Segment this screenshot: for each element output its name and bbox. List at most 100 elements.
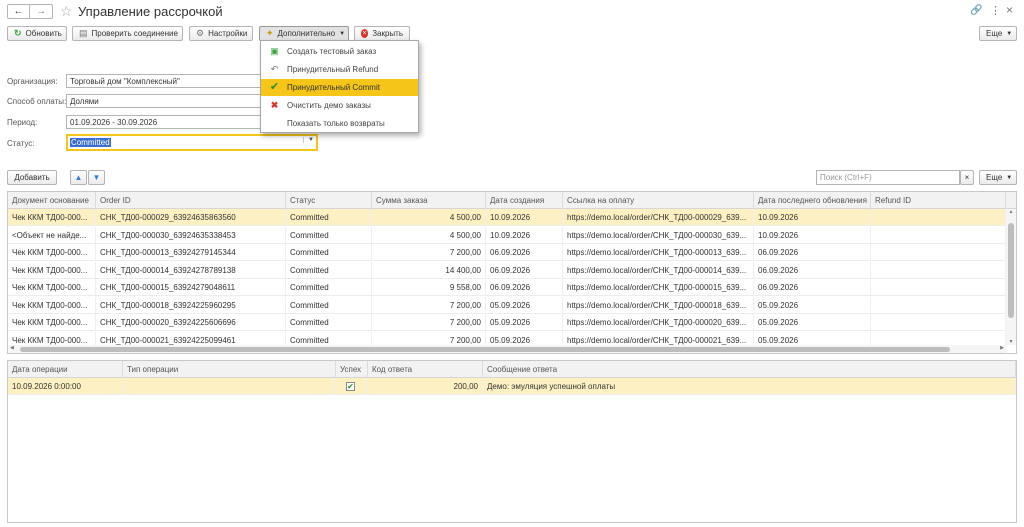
- scroll-left-icon[interactable]: ◀: [10, 345, 14, 351]
- column-header[interactable]: Тип операции: [123, 361, 336, 378]
- table-cell: Чек ККМ ТД00-000...: [8, 314, 96, 331]
- menu-item-create-test-order[interactable]: ▣ Создать тестовый заказ: [261, 43, 418, 60]
- vertical-scrollbar[interactable]: ▲ ▼: [1006, 209, 1016, 345]
- column-header[interactable]: Статус: [286, 192, 372, 209]
- status-field[interactable]: Committed ▼: [66, 134, 318, 151]
- table-cell: 4 500,00: [372, 226, 486, 244]
- column-header[interactable]: Сообщение ответа: [483, 361, 1016, 378]
- table-row[interactable]: Чек ККМ ТД00-000... СНК_ТД00-000029_63924…: [8, 209, 1006, 226]
- table-cell: [871, 209, 1006, 226]
- column-header[interactable]: Сумма заказа: [372, 192, 486, 209]
- payment-method-field[interactable]: Долями: [66, 94, 262, 108]
- table-cell: 06.09.2026: [486, 261, 563, 279]
- table-row[interactable]: <Объект не найде... СНК_ТД00-000030_63924…: [8, 226, 1006, 244]
- table-cell: Committed: [286, 209, 372, 226]
- success-checkbox[interactable]: ✔: [336, 378, 368, 395]
- scroll-down-icon[interactable]: ▼: [1006, 339, 1016, 345]
- gear-icon: ⚙: [196, 28, 205, 38]
- table-cell: 06.09.2026: [754, 261, 871, 279]
- payment-method-label: Способ оплаты:: [7, 97, 67, 106]
- table-cell: [871, 296, 1006, 314]
- table-row[interactable]: Чек ККМ ТД00-000... СНК_ТД00-000014_63924…: [8, 261, 1006, 279]
- column-header[interactable]: Refund ID: [871, 192, 1006, 209]
- table-cell: 7 200,00: [372, 296, 486, 314]
- table-cell: <Объект не найде...: [8, 226, 96, 244]
- menu-item-force-refund[interactable]: ↶ Принудительный Refund: [261, 61, 418, 78]
- column-header[interactable]: Дата операции: [8, 361, 123, 378]
- checkmark-icon: ✔: [346, 382, 355, 391]
- move-down-button[interactable]: ▼: [88, 170, 105, 185]
- more-dots-icon[interactable]: ⋮: [990, 4, 1001, 17]
- add-button[interactable]: Добавить: [7, 170, 57, 185]
- chevron-down-icon[interactable]: ▼: [303, 137, 314, 143]
- column-header[interactable]: Ссылка на оплату: [563, 192, 754, 209]
- favorite-star-icon[interactable]: ☆: [60, 3, 73, 20]
- menu-item-clear-demo-orders[interactable]: ✖ Очистить демо заказы: [261, 97, 418, 114]
- table-row[interactable]: 10.09.2026 0:00:00 ✔ 200,00 Демо: эмуляция …: [8, 378, 1016, 395]
- table-row[interactable]: Чек ККМ ТД00-000... СНК_ТД00-000015_63924…: [8, 279, 1006, 296]
- clear-search-button[interactable]: ×: [960, 170, 974, 185]
- menu-item-force-commit[interactable]: ✔ Принудительный Commit: [261, 79, 418, 96]
- table-cell: Committed: [286, 314, 372, 331]
- table-cell: Committed: [286, 296, 372, 314]
- table-cell: 9 558,00: [372, 279, 486, 296]
- hscrollbar-thumb[interactable]: [20, 347, 950, 352]
- table-cell: [871, 261, 1006, 279]
- table-cell: 10.09.2026: [486, 209, 563, 226]
- chevron-down-icon: ▼: [1006, 30, 1013, 37]
- more-actions-button[interactable]: ✦ Дополнительно ▼: [259, 26, 349, 41]
- table-cell: 05.09.2026: [486, 296, 563, 314]
- more-button-list[interactable]: Еще ▼: [979, 170, 1017, 185]
- menu-item-show-returns-only[interactable]: Показать только возвраты: [261, 115, 418, 132]
- check-connection-button[interactable]: ▤ Проверить соединение: [72, 26, 183, 41]
- table-cell: https://demo.local/order/СНК_ТД00-000015…: [563, 279, 754, 296]
- add-doc-icon: ▣: [270, 46, 279, 56]
- delete-icon: ✖: [270, 100, 279, 110]
- scroll-up-icon[interactable]: ▲: [1006, 209, 1016, 215]
- org-field[interactable]: Торговый дом "Комплексный": [66, 74, 262, 88]
- table-cell: https://demo.local/order/СНК_ТД00-000014…: [563, 261, 754, 279]
- close-circle-icon: ×: [361, 29, 369, 38]
- operations-table-header: Дата операции Тип операции Успех Код отв…: [8, 361, 1016, 378]
- table-cell: 10.09.2026: [754, 209, 871, 226]
- table-cell: Чек ККМ ТД00-000...: [8, 244, 96, 261]
- close-window-icon[interactable]: ×: [1006, 3, 1013, 17]
- period-field[interactable]: 01.09.2026 - 30.09.2026: [66, 115, 262, 129]
- forward-arrow-icon[interactable]: →: [30, 5, 52, 18]
- search-input[interactable]: Поиск (Ctrl+F): [816, 170, 960, 185]
- table-row[interactable]: Чек ККМ ТД00-000... СНК_ТД00-000013_63924…: [8, 244, 1006, 261]
- link-icon[interactable]: 🔗: [970, 5, 982, 16]
- scrollbar-thumb[interactable]: [1008, 223, 1014, 318]
- undo-icon: ↶: [270, 64, 279, 74]
- close-button[interactable]: × Закрыть: [354, 26, 410, 41]
- column-header[interactable]: Код ответа: [368, 361, 483, 378]
- scroll-right-icon[interactable]: ▶: [1000, 345, 1004, 351]
- table-cell: 10.09.2026: [754, 226, 871, 244]
- table-cell: [871, 226, 1006, 244]
- table-row[interactable]: Чек ККМ ТД00-000... СНК_ТД00-000020_63924…: [8, 314, 1006, 331]
- table-cell: [871, 314, 1006, 331]
- settings-button[interactable]: ⚙ Настройки: [189, 26, 253, 41]
- org-label: Организация:: [7, 77, 58, 86]
- more-button-top[interactable]: Еще ▼: [979, 26, 1017, 41]
- page-title: Управление рассрочкой: [78, 4, 223, 19]
- table-cell: 05.09.2026: [754, 296, 871, 314]
- nav-buttons: ← →: [7, 4, 53, 19]
- table-cell: 14 400,00: [372, 261, 486, 279]
- column-header[interactable]: Успех: [336, 361, 368, 378]
- column-header[interactable]: Дата последнего обновления: [754, 192, 871, 209]
- move-up-button[interactable]: ▲: [70, 170, 87, 185]
- back-arrow-icon[interactable]: ←: [8, 5, 30, 18]
- horizontal-scrollbar[interactable]: ◀ ▶: [8, 345, 1006, 353]
- table-cell: СНК_ТД00-000030_63924635338453: [96, 226, 286, 244]
- table-row[interactable]: Чек ККМ ТД00-000... СНК_ТД00-000018_63924…: [8, 296, 1006, 314]
- refresh-button[interactable]: ↻ Обновить: [7, 26, 67, 41]
- table-cell: https://demo.local/order/СНК_ТД00-000013…: [563, 244, 754, 261]
- period-label: Период:: [7, 118, 38, 127]
- table-cell: СНК_ТД00-000018_63924225960295: [96, 296, 286, 314]
- column-header[interactable]: Дата создания: [486, 192, 563, 209]
- column-header[interactable]: Документ основание: [8, 192, 96, 209]
- table-cell: Чек ККМ ТД00-000...: [8, 209, 96, 226]
- table-cell: 10.09.2026: [486, 226, 563, 244]
- column-header[interactable]: Order ID: [96, 192, 286, 209]
